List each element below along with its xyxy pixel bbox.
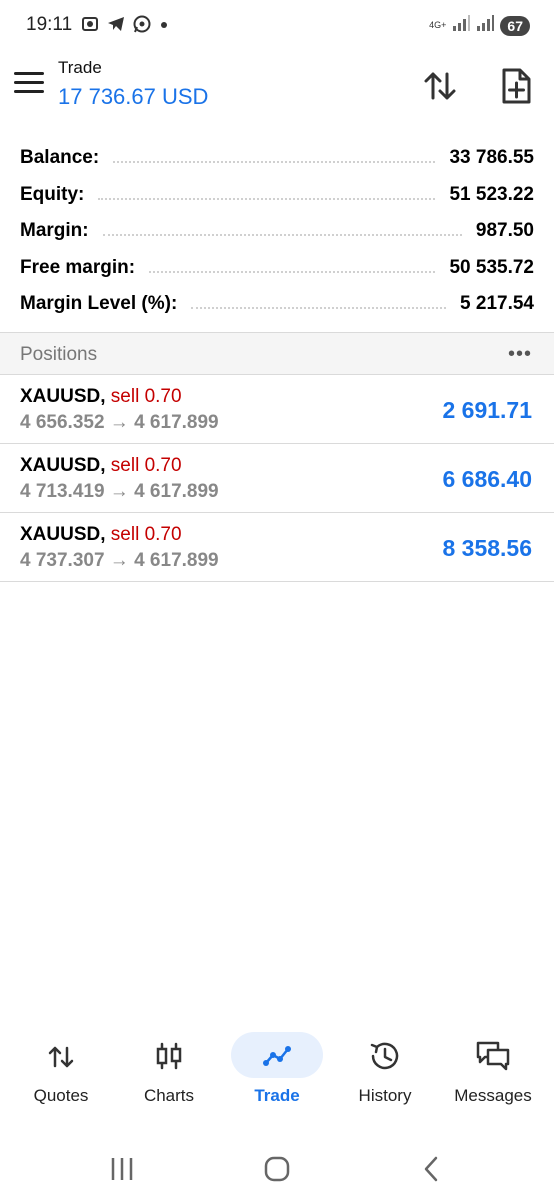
home-icon[interactable] <box>257 1152 297 1186</box>
positions-list: XAUUSD, sell 0.70 4 656.352 → 4 617.899 … <box>0 375 554 582</box>
dotted-leader <box>149 270 436 273</box>
summary-value: 33 786.55 <box>449 147 534 169</box>
nav-label: Messages <box>454 1086 532 1105</box>
position-symbol: XAUUSD, <box>20 524 106 545</box>
summary-value: 987.50 <box>475 220 534 242</box>
page-title: Trade <box>58 58 102 77</box>
summary-label: Margin: <box>20 220 89 242</box>
position-direction: sell 0.70 <box>110 455 182 476</box>
summary-value: 50 535.72 <box>449 256 534 278</box>
more-options-icon[interactable]: ••• <box>508 343 532 366</box>
sort-icon[interactable] <box>420 66 460 106</box>
nav-messages[interactable]: Messages <box>438 1030 548 1120</box>
summary-label: Equity: <box>20 183 85 205</box>
position-direction: sell 0.70 <box>110 524 182 545</box>
summary-label: Balance: <box>20 147 100 169</box>
position-row[interactable]: XAUUSD, sell 0.70 4 713.419 → 4 617.899 … <box>0 444 554 513</box>
status-time: 19:11 <box>26 14 73 35</box>
dotted-leader <box>113 161 436 164</box>
app-header: Trade 17 736.67 USD <box>0 52 554 122</box>
summary-label: Free margin: <box>20 256 136 278</box>
position-symbol: XAUUSD, <box>20 386 106 407</box>
nav-label: Trade <box>254 1086 300 1105</box>
position-row[interactable]: XAUUSD, sell 0.70 4 737.307 → 4 617.899 … <box>0 513 554 582</box>
summary-row-equity: Equity: 51 523.22 <box>0 177 554 214</box>
nav-label: Charts <box>143 1086 195 1105</box>
position-prices: 4 713.419 → 4 617.899 <box>20 481 219 502</box>
trade-icon <box>257 1036 297 1076</box>
position-profit: 2 691.71 <box>442 397 532 423</box>
whatsapp-icon <box>132 14 152 39</box>
dotted-leader <box>98 197 436 200</box>
position-prices: 4 656.352 → 4 617.899 <box>20 412 219 433</box>
position-symbol: XAUUSD, <box>20 455 106 476</box>
messages-icon <box>473 1036 513 1076</box>
nav-trade[interactable]: Trade <box>222 1030 332 1120</box>
system-nav-bar <box>0 1140 554 1200</box>
nav-charts[interactable]: Charts <box>114 1030 224 1120</box>
position-profit: 6 686.40 <box>442 466 532 492</box>
summary-row-balance: Balance: 33 786.55 <box>0 140 554 177</box>
telegram-icon <box>106 14 126 39</box>
positions-header: Positions ••• <box>0 332 554 375</box>
summary-row-margin: Margin: 987.50 <box>0 213 554 250</box>
summary-value: 51 523.22 <box>449 183 534 205</box>
signal-icon <box>452 14 471 37</box>
summary-row-margin-level: Margin Level (%): 5 217.54 <box>0 286 554 323</box>
signal-icon <box>476 14 495 37</box>
back-icon[interactable] <box>412 1152 452 1186</box>
charts-icon <box>149 1036 189 1076</box>
position-row[interactable]: XAUUSD, sell 0.70 4 656.352 → 4 617.899 … <box>0 375 554 444</box>
nav-label: Quotes <box>33 1086 89 1105</box>
quotes-icon <box>41 1036 81 1076</box>
screenshot-icon <box>80 14 100 39</box>
position-direction: sell 0.70 <box>110 386 182 407</box>
nav-history[interactable]: History <box>330 1030 440 1120</box>
dotted-leader <box>102 234 462 237</box>
summary-value: 5 217.54 <box>460 293 534 315</box>
recent-apps-icon[interactable] <box>102 1152 142 1186</box>
summary-label: Margin Level (%): <box>20 293 178 315</box>
dotted-leader <box>191 307 447 310</box>
dot-icon <box>158 14 170 39</box>
history-icon <box>365 1036 405 1076</box>
position-profit: 8 358.56 <box>442 535 532 561</box>
position-prices: 4 737.307 → 4 617.899 <box>20 550 219 571</box>
positions-title: Positions <box>20 344 98 365</box>
account-balance: 17 736.67 USD <box>58 84 209 109</box>
status-bar: 19:11 4G+ 67 <box>0 0 554 52</box>
nav-label: History <box>358 1086 412 1105</box>
battery-indicator: 67 <box>500 15 530 36</box>
summary-row-free-margin: Free margin: 50 535.72 <box>0 250 554 287</box>
menu-icon[interactable] <box>14 72 44 96</box>
new-order-icon[interactable] <box>498 66 534 106</box>
bottom-nav: Quotes Charts Trade History Messages <box>0 1030 554 1120</box>
network-type: 4G+ <box>429 20 447 30</box>
nav-quotes[interactable]: Quotes <box>6 1030 116 1120</box>
account-summary: Balance: 33 786.55 Equity: 51 523.22 Mar… <box>0 140 554 323</box>
